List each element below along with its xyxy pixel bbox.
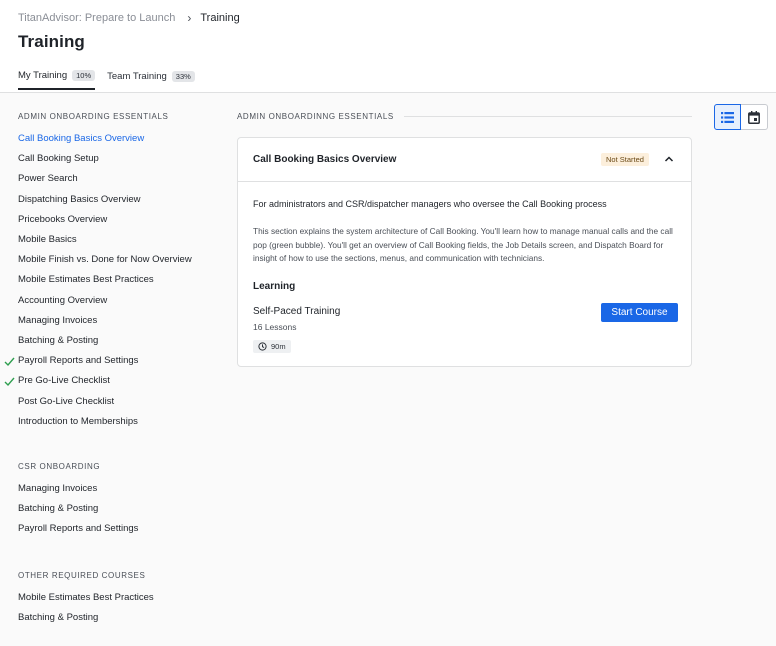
sidebar-course-item[interactable]: Mobile Estimates Best Practices	[18, 274, 154, 285]
course-audience: For administrators and CSR/dispatcher ma…	[253, 199, 607, 209]
course-description: This section explains the system archite…	[253, 226, 673, 263]
sidebar-course-item[interactable]: Introduction to Memberships	[18, 416, 138, 427]
sidebar-course-item[interactable]: Managing Invoices	[18, 483, 97, 494]
sidebar-course-item[interactable]: Power Search	[18, 173, 78, 184]
sidebar-course-item[interactable]: Post Go-Live Checklist	[18, 396, 114, 407]
chevron-up-icon[interactable]	[663, 153, 675, 165]
breadcrumb-parent-link[interactable]: TitanAdvisor: Prepare to Launch	[18, 12, 175, 24]
calendar-view-icon	[748, 110, 760, 124]
sidebar-course-item[interactable]: Batching & Posting	[18, 612, 98, 623]
sidebar-course-item[interactable]: Call Booking Basics Overview	[18, 133, 144, 144]
sidebar-section-heading: ADMIN ONBOARDING ESSENTIALS	[18, 112, 169, 121]
sidebar-course-item[interactable]: Pre Go-Live Checklist	[18, 375, 110, 386]
sidebar-course-item[interactable]: Managing Invoices	[18, 315, 97, 326]
list-view-button[interactable]	[714, 104, 741, 130]
tab-my-training[interactable]: My Training 10%	[18, 70, 96, 90]
page-title: Training	[18, 32, 85, 51]
checkmark-icon	[4, 357, 15, 367]
tab-team-training[interactable]: Team Training 33%	[107, 70, 195, 90]
start-course-button[interactable]: Start Course	[601, 303, 678, 322]
view-toggle	[714, 104, 768, 130]
sidebar-course-item[interactable]: Pricebooks Overview	[18, 214, 107, 225]
duration-value: 90m	[271, 342, 286, 351]
sidebar-course-item[interactable]: Accounting Overview	[18, 295, 107, 306]
sidebar-course-item[interactable]: Batching & Posting	[18, 503, 98, 514]
tab-label: My Training	[18, 70, 68, 81]
sidebar-course-item[interactable]: Mobile Finish vs. Done for Now Overview	[18, 254, 192, 265]
breadcrumb-current: Training	[200, 12, 240, 24]
sidebar-course-item[interactable]: Payroll Reports and Settings	[18, 355, 138, 366]
sidebar-course-item[interactable]: Mobile Basics	[18, 234, 77, 245]
sidebar-course-item[interactable]: Dispatching Basics Overview	[18, 194, 141, 205]
learning-heading: Learning	[253, 281, 296, 292]
clock-icon	[258, 342, 267, 351]
duration-badge: 90m	[253, 340, 291, 353]
sidebar-course-item[interactable]: Mobile Estimates Best Practices	[18, 592, 154, 603]
content-section-heading: ADMIN ONBOARDINNG ESSENTIALS	[237, 112, 692, 121]
course-card-title: Call Booking Basics Overview	[253, 154, 397, 165]
tab-progress-badge: 10%	[72, 70, 96, 81]
tab-progress-badge: 33%	[171, 71, 195, 82]
course-card-header[interactable]: Call Booking Basics Overview Not Started	[238, 138, 691, 182]
breadcrumb: TitanAdvisor: Prepare to Launch › Traini…	[18, 11, 240, 25]
heading-divider	[403, 116, 692, 117]
page-header: TitanAdvisor: Prepare to Launch › Traini…	[0, 0, 776, 93]
sidebar-course-item[interactable]: Call Booking Setup	[18, 153, 99, 164]
sidebar-course-item[interactable]: Payroll Reports and Settings	[18, 523, 138, 534]
sidebar-section-heading: CSR ONBOARDING	[18, 462, 101, 471]
list-view-icon	[721, 111, 734, 123]
lesson-count: 16 Lessons	[253, 322, 297, 332]
checkmark-icon	[4, 377, 15, 387]
training-tabs: My Training 10% Team Training 33%	[18, 70, 207, 90]
content-section-title: ADMIN ONBOARDINNG ESSENTIALS	[237, 112, 394, 121]
course-card: Call Booking Basics Overview Not Started…	[237, 137, 692, 367]
breadcrumb-separator: ›	[187, 11, 192, 25]
sidebar-course-item[interactable]: Batching & Posting	[18, 335, 98, 346]
calendar-view-button[interactable]	[741, 104, 768, 130]
status-badge: Not Started	[601, 153, 649, 166]
tab-label: Team Training	[107, 71, 167, 82]
training-title: Self-Paced Training	[253, 306, 341, 317]
sidebar-section-heading: OTHER REQUIRED COURSES	[18, 571, 146, 580]
